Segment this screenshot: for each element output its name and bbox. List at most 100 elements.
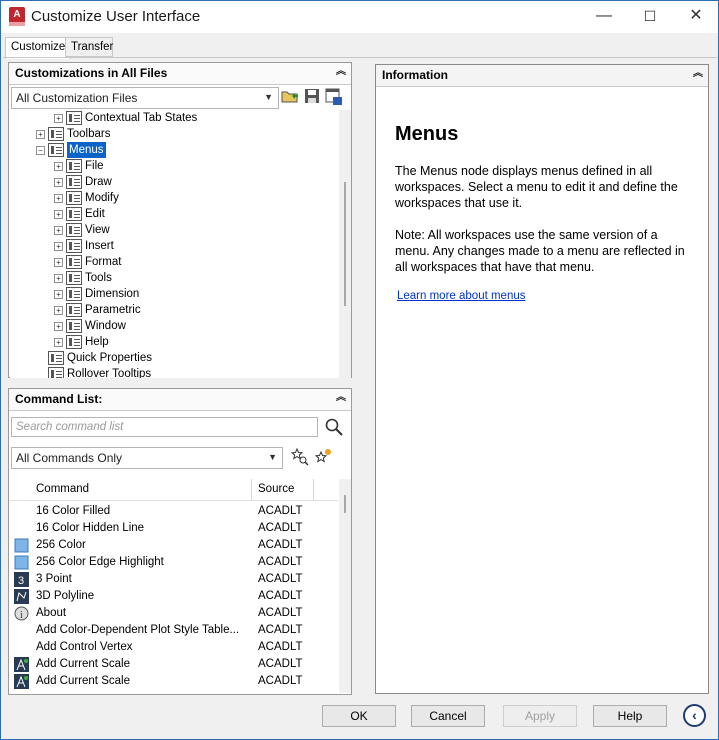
- tab-customize[interactable]: Customize: [5, 37, 72, 59]
- collapse-chevron-icon[interactable]: ︽: [691, 68, 705, 82]
- command-list-header-label: Command List:: [15, 392, 103, 406]
- command-name: Add Control Vertex: [36, 641, 133, 653]
- expand-icon[interactable]: +: [54, 210, 63, 219]
- menu-node-icon: [48, 143, 64, 157]
- find-command-icon[interactable]: [290, 447, 309, 466]
- command-list-panel: Command List: ︽ Search command list All …: [8, 388, 352, 695]
- menu-node-icon: [66, 255, 82, 269]
- preview-icon[interactable]: [325, 88, 343, 106]
- tree-item-label: File: [85, 160, 104, 172]
- expand-icon[interactable]: +: [54, 258, 63, 267]
- expand-icon[interactable]: +: [54, 178, 63, 187]
- expand-icon[interactable]: +: [54, 194, 63, 203]
- tree-item[interactable]: − Menus: [10, 142, 339, 158]
- tree-item[interactable]: Quick Properties: [10, 350, 339, 366]
- minimize-button[interactable]: —: [581, 1, 627, 33]
- command-row[interactable]: Add Current Scale ACADLT: [10, 673, 338, 690]
- expand-collapse-icon[interactable]: ‹: [683, 704, 706, 727]
- collapse-icon[interactable]: −: [36, 146, 45, 155]
- tree-item-label: Format: [85, 256, 122, 268]
- column-divider[interactable]: [251, 479, 252, 501]
- command-row[interactable]: 16 Color Filled ACADLT: [10, 503, 338, 520]
- ok-button[interactable]: OK: [322, 705, 396, 727]
- column-divider[interactable]: [313, 479, 314, 501]
- command-scrollbar[interactable]: [339, 479, 351, 693]
- tab-transfer[interactable]: Transfer: [65, 37, 113, 57]
- tree-item[interactable]: + Edit: [10, 206, 339, 222]
- scale-icon: [14, 657, 29, 672]
- command-row[interactable]: Add Control Vertex ACADLT: [10, 639, 338, 656]
- tree-item[interactable]: + Toolbars: [10, 126, 339, 142]
- command-source: ACADLT: [258, 539, 303, 551]
- command-row[interactable]: 3D Polyline ACADLT: [10, 588, 338, 605]
- command-search-input[interactable]: Search command list: [11, 417, 318, 437]
- command-row[interactable]: Add Color-Dependent Plot Style Table... A…: [10, 622, 338, 639]
- expand-icon[interactable]: +: [54, 322, 63, 331]
- help-button[interactable]: Help: [593, 705, 667, 727]
- cancel-button[interactable]: Cancel: [411, 705, 485, 727]
- tree-scrollbar-thumb[interactable]: [344, 182, 346, 306]
- command-row[interactable]: i About ACADLT: [10, 605, 338, 622]
- command-filter-select[interactable]: All Commands Only ▼: [11, 447, 283, 469]
- collapse-chevron-icon[interactable]: ︽: [334, 66, 348, 80]
- column-header-source[interactable]: Source: [258, 483, 294, 495]
- tree-item-label: Quick Properties: [67, 352, 153, 364]
- learn-more-link[interactable]: Learn more about menus: [397, 290, 526, 302]
- tree-item[interactable]: + Help: [10, 334, 339, 350]
- command-row[interactable]: 16 Color Hidden Line ACADLT: [10, 520, 338, 537]
- tree-item[interactable]: + Insert: [10, 238, 339, 254]
- command-row[interactable]: 3 3 Point ACADLT: [10, 571, 338, 588]
- tree-item[interactable]: + Format: [10, 254, 339, 270]
- expand-icon[interactable]: +: [54, 242, 63, 251]
- close-button[interactable]: ✕: [673, 1, 719, 33]
- tree-item[interactable]: + Contextual Tab States: [10, 110, 339, 126]
- apply-button[interactable]: Apply: [503, 705, 577, 727]
- tree-item-label: Toolbars: [67, 128, 111, 140]
- expand-icon[interactable]: +: [54, 162, 63, 171]
- expand-icon[interactable]: +: [54, 338, 63, 347]
- tree-item[interactable]: + View: [10, 222, 339, 238]
- tree-item[interactable]: + File: [10, 158, 339, 174]
- column-header-command[interactable]: Command: [36, 483, 89, 495]
- tree-item[interactable]: + Dimension: [10, 286, 339, 302]
- expand-icon[interactable]: +: [54, 290, 63, 299]
- search-icon[interactable]: [325, 418, 343, 436]
- tree-item[interactable]: + Tools: [10, 270, 339, 286]
- customizations-tree[interactable]: + Contextual Tab States + Toolbars − Menus + Fi…: [10, 110, 339, 378]
- information-header: Information ︽: [376, 65, 708, 87]
- menu-node-icon: [48, 367, 64, 378]
- tree-item-label: Help: [85, 336, 109, 348]
- command-scrollbar-thumb[interactable]: [344, 495, 346, 513]
- expand-icon[interactable]: +: [54, 226, 63, 235]
- tree-item[interactable]: + Window: [10, 318, 339, 334]
- save-icon[interactable]: [303, 88, 321, 106]
- expand-icon[interactable]: +: [54, 274, 63, 283]
- expand-icon[interactable]: +: [36, 130, 45, 139]
- polyline-icon: [14, 589, 29, 604]
- expand-icon[interactable]: +: [54, 306, 63, 315]
- new-command-icon[interactable]: [314, 448, 332, 466]
- collapse-chevron-icon[interactable]: ︽: [334, 392, 348, 406]
- maximize-button[interactable]: ☐: [627, 1, 673, 33]
- command-row[interactable]: Add Current Scale ACADLT: [10, 656, 338, 673]
- command-row[interactable]: 256 Color Edge Highlight ACADLT: [10, 554, 338, 571]
- open-folder-icon[interactable]: [281, 88, 299, 106]
- command-row[interactable]: 256 Color ACADLT: [10, 537, 338, 554]
- svg-text:i: i: [20, 610, 23, 621]
- tree-item[interactable]: + Modify: [10, 190, 339, 206]
- expand-icon[interactable]: +: [54, 114, 63, 123]
- menu-node-icon: [48, 127, 64, 141]
- information-description: The Menus node displays menus defined in…: [395, 164, 678, 210]
- tree-scrollbar[interactable]: [339, 110, 351, 378]
- tree-item[interactable]: + Parametric: [10, 302, 339, 318]
- tree-item-label: View: [85, 224, 110, 236]
- scale-icon: [14, 674, 29, 689]
- tree-item-label: Insert: [85, 240, 114, 252]
- tree-item[interactable]: Rollover Tooltips: [10, 366, 339, 378]
- customization-files-select[interactable]: All Customization Files ▼: [11, 87, 279, 109]
- menu-node-icon: [66, 319, 82, 333]
- command-grid-header: Command Source: [10, 479, 338, 501]
- menu-node-icon: [66, 111, 82, 125]
- tree-item[interactable]: + Draw: [10, 174, 339, 190]
- tree-item-label: Window: [85, 320, 126, 332]
